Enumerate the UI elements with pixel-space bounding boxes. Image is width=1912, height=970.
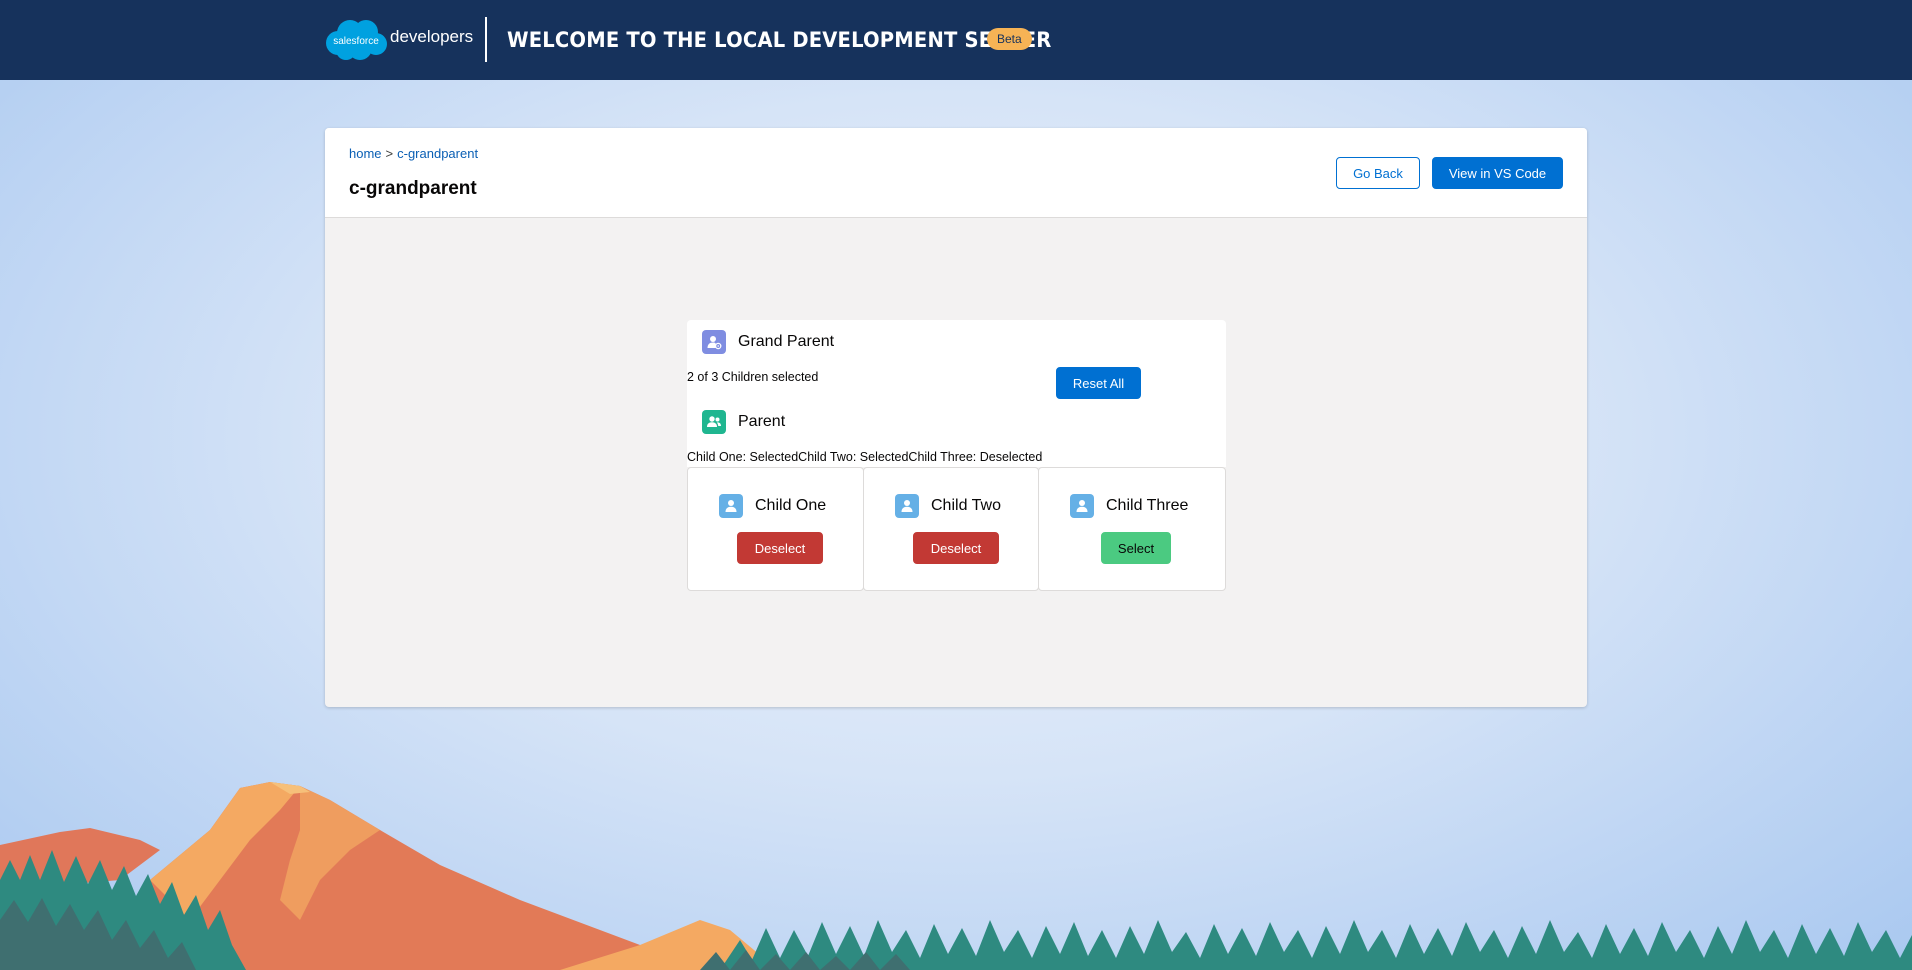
child-three-card: Child Three Select — [1038, 467, 1226, 591]
top-navigation-bar: salesforce developers Welcome to the Loc… — [0, 0, 1912, 80]
card-header: home > c-grandparent c-grandparent Go Back… — [325, 128, 1587, 218]
header-title: Welcome to the Local Development Server — [507, 28, 1052, 52]
breadcrumb-home-link[interactable]: home — [349, 146, 382, 161]
breadcrumb-current-link[interactable]: c-grandparent — [397, 146, 478, 161]
users-icon — [702, 410, 726, 434]
beta-badge: Beta — [987, 28, 1032, 50]
child-one-card: Child One Deselect — [687, 467, 864, 591]
child-one-label: Child One — [755, 497, 827, 514]
page-title: c-grandparent — [349, 178, 477, 199]
logo-developers-text: developers — [390, 27, 474, 46]
child-one-header: Child One — [719, 494, 826, 518]
component-preview-card: home > c-grandparent c-grandparent Go Back… — [325, 128, 1587, 707]
child-three-header: Child Three — [1070, 494, 1188, 518]
user-icon — [895, 494, 919, 518]
view-in-vs-code-button[interactable]: View in VS Code — [1432, 157, 1563, 189]
child-two-header: Child Two — [895, 494, 1001, 518]
grandparent-status-text: 2 of 3 Children selected — [687, 370, 819, 384]
grandparent-component: Grand Parent 2 of 3 Children selected Re… — [687, 320, 1226, 593]
mountain-forest-illustration — [0, 782, 1912, 970]
grandparent-panel: Grand Parent 2 of 3 Children selected Re… — [687, 320, 1226, 467]
child-two-card: Child Two Deselect — [863, 467, 1039, 591]
logo-cloud-text: salesforce — [333, 36, 379, 47]
parent-status-text: Child One: SelectedChild Two: SelectedCh… — [687, 450, 1043, 464]
salesforce-cloud-logo: salesforce — [326, 20, 387, 60]
header-divider — [485, 17, 487, 62]
grandparent-label: Grand Parent — [738, 333, 835, 350]
child-two-label: Child Two — [931, 497, 1001, 514]
user-gear-icon — [702, 330, 726, 354]
child-two-deselect-button[interactable]: Deselect — [913, 532, 999, 564]
parent-label: Parent — [738, 413, 786, 430]
reset-all-button[interactable]: Reset All — [1056, 367, 1141, 399]
breadcrumb: home > c-grandparent — [349, 146, 478, 162]
user-icon — [1070, 494, 1094, 518]
breadcrumb-separator: > — [385, 146, 394, 161]
child-one-deselect-button[interactable]: Deselect — [737, 532, 823, 564]
child-three-select-button[interactable]: Select — [1101, 532, 1171, 564]
user-icon — [719, 494, 743, 518]
parent-header: Parent — [702, 410, 785, 434]
go-back-button[interactable]: Go Back — [1336, 157, 1420, 189]
grandparent-header: Grand Parent — [702, 330, 834, 354]
child-three-label: Child Three — [1106, 497, 1189, 514]
